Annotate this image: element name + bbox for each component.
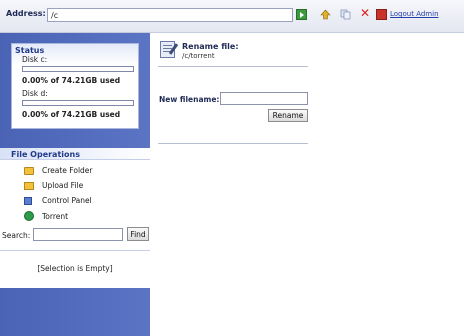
divider (158, 66, 308, 67)
search-label: Search: (2, 231, 31, 240)
control-panel-link[interactable]: Control Panel (42, 196, 92, 205)
search-input[interactable] (33, 228, 123, 241)
disk-d-usage-bar (22, 100, 134, 106)
disk-c-label: Disk c: (22, 55, 48, 64)
torrent-link[interactable]: Torrent (42, 212, 68, 221)
logout-icon[interactable] (376, 9, 387, 20)
control-panel-icon (24, 197, 32, 205)
torrent-icon (24, 211, 34, 221)
new-filename-label: New filename: (159, 95, 220, 104)
file-operations-header: File Operations (0, 148, 150, 160)
create-folder-link[interactable]: Create Folder (42, 166, 92, 175)
status-panel: Status Disk c: 0.00% of 74.21GB used Dis… (11, 43, 139, 129)
new-filename-input[interactable] (220, 92, 308, 105)
sidebar: Status Disk c: 0.00% of 74.21GB used Dis… (0, 33, 150, 336)
address-label: Address: (6, 9, 46, 18)
selection-panel: [Selection is Empty] (0, 250, 150, 286)
go-icon[interactable] (296, 9, 307, 20)
upload-icon (24, 182, 34, 190)
rename-button[interactable]: Rename (268, 109, 308, 122)
find-button[interactable]: Find (127, 227, 149, 241)
address-input[interactable] (47, 8, 293, 22)
up-folder-icon[interactable] (320, 9, 331, 20)
main-content: Rename file: /c/torrent New filename: Re… (150, 33, 464, 336)
status-title: Status (15, 46, 45, 55)
upload-file-link[interactable]: Upload File (42, 181, 83, 190)
divider (158, 143, 308, 144)
folder-icon (24, 167, 34, 175)
disk-c-usage-bar (22, 66, 134, 72)
rename-path: /c/torrent (182, 52, 215, 60)
copy-icon[interactable] (340, 9, 351, 20)
delete-icon[interactable]: ✕ (360, 6, 371, 20)
disk-c-usage-text: 0.00% of 74.21GB used (22, 76, 121, 85)
file-operations-title: File Operations (11, 150, 80, 159)
logout-link[interactable]: Logout Admin (390, 10, 439, 18)
selection-status: [Selection is Empty] (37, 264, 113, 273)
disk-d-usage-text: 0.00% of 74.21GB used (22, 110, 121, 119)
rename-title: Rename file: (182, 42, 239, 51)
address-bar: Address: ✕ Logout Admin (0, 0, 464, 33)
disk-d-label: Disk d: (22, 89, 48, 98)
